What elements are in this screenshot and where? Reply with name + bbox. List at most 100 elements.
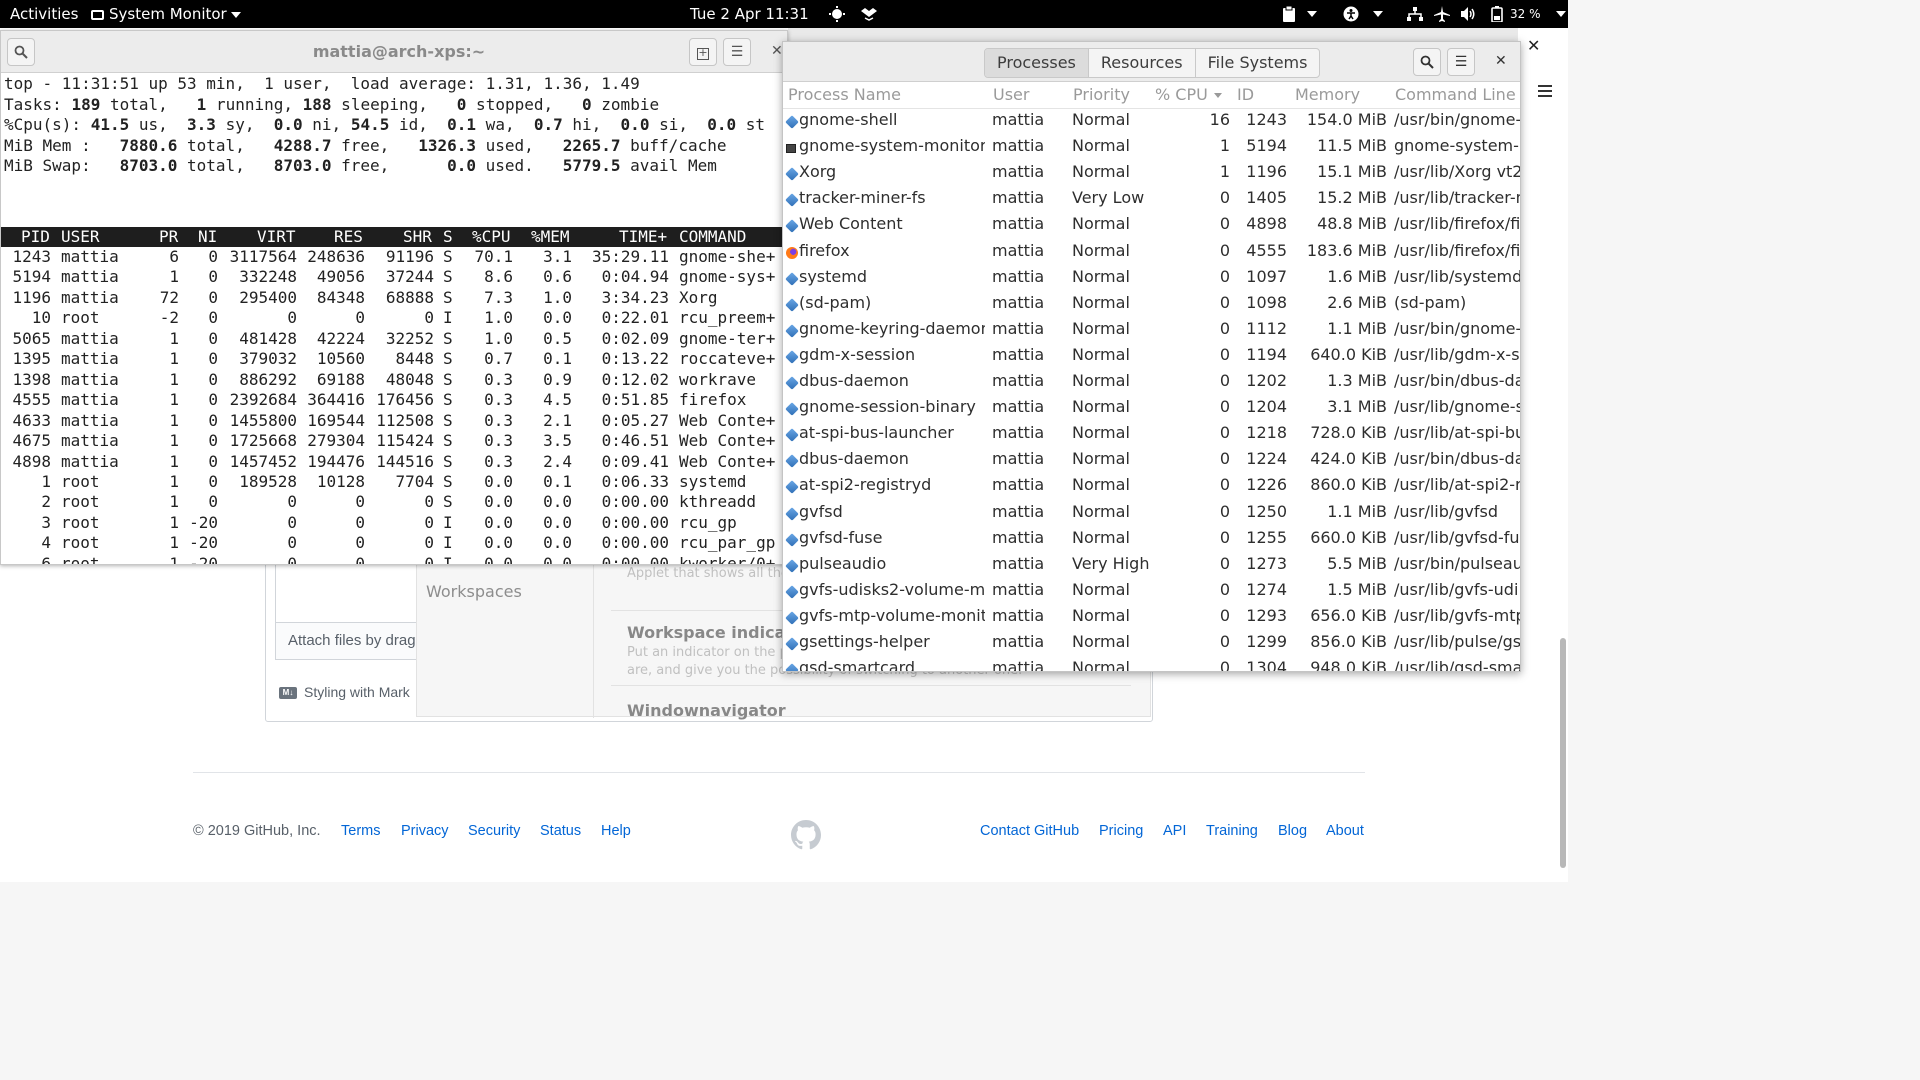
col-priority[interactable]: Priority (1073, 85, 1130, 104)
github-logo-icon[interactable] (791, 820, 821, 850)
close-window-button[interactable]: ✕ (771, 43, 783, 59)
cell-user: mattia (61, 369, 119, 389)
network-wired-icon[interactable] (1407, 6, 1423, 22)
activities-button[interactable]: Activities (10, 5, 78, 23)
hamburger-menu-icon[interactable] (1538, 85, 1552, 97)
col-user[interactable]: User (993, 85, 1029, 104)
list-item[interactable]: gnome-keyring-daemon mattia Normal 0 1112 1.1… (783, 318, 1520, 344)
list-item[interactable]: tracker-miner-fs mattia Very Low 0 1405 15.2 … (783, 187, 1520, 213)
windownavigator-title[interactable]: Windownavigator (627, 701, 786, 720)
list-item[interactable]: Xorg mattia Normal 1 1196 15.1 MiB/usr/lib/Xo… (783, 161, 1520, 187)
footer-link-status[interactable]: Status (540, 823, 581, 839)
search-button[interactable] (1413, 48, 1441, 76)
list-item[interactable]: dbus-daemon mattia Normal 0 1224 424.0 KiB/us… (783, 448, 1520, 474)
new-tab-button[interactable]: + (689, 38, 717, 66)
list-item[interactable]: dbus-daemon mattia Normal 0 1202 1.3 MiB/usr/… (783, 370, 1520, 396)
styling-markdown-link[interactable]: Styling with Mark (304, 684, 410, 700)
cell-state: S (443, 267, 453, 287)
list-item[interactable]: gnome-shell mattia Normal 16 1243 154.0 MiB/u… (783, 109, 1520, 135)
col-command-line[interactable]: Command Line (1395, 85, 1516, 104)
cell-cpu: 1 (1219, 136, 1230, 156)
footer-link-about[interactable]: About (1326, 823, 1364, 839)
footer-link-contact[interactable]: Contact GitHub (980, 823, 1079, 839)
close-icon[interactable]: ✕ (1527, 36, 1540, 55)
cell-cpu: 1.0 (484, 328, 513, 348)
list-item[interactable]: gsd-smartcard mattia Normal 0 1304 948.0 KiB /… (783, 657, 1520, 672)
footer-link-terms[interactable]: Terms (341, 823, 380, 839)
cell-cpu: 0 (1219, 188, 1230, 208)
attach-area[interactable]: Attach files by drag (275, 622, 425, 660)
list-item[interactable]: at-spi-bus-launcher mattia Normal 0 1218 728.… (783, 422, 1520, 448)
footer-link-help[interactable]: Help (601, 823, 631, 839)
cell-state: S (443, 328, 453, 348)
footer-link-blog[interactable]: Blog (1278, 823, 1307, 839)
list-item[interactable]: at-spi2-registryd mattia Normal 0 1226 860.0 … (783, 474, 1520, 500)
col-id[interactable]: ID (1237, 85, 1254, 104)
executable-icon (785, 324, 799, 338)
cell-memory: 860.0 KiB (1310, 475, 1387, 495)
cell-command: rcu_par_gp (679, 533, 776, 553)
cell-cpu: 0 (1219, 579, 1230, 599)
cell-priority: Normal (1072, 449, 1130, 469)
cell-time: 0:12.02 (601, 369, 669, 389)
cell-time: 0:02.09 (601, 328, 669, 348)
list-item[interactable]: Web Content mattia Normal 0 4898 48.8 MiB/usr… (783, 213, 1520, 239)
cell-id: 1204 (1246, 397, 1287, 417)
airplane-mode-icon[interactable] (1434, 6, 1450, 22)
cell-process-name: at-spi2-registryd (799, 475, 932, 495)
cell-user: mattia (992, 475, 1045, 495)
close-window-button[interactable]: ✕ (1495, 53, 1507, 69)
cell-priority: Normal (1072, 292, 1130, 312)
list-item[interactable]: gdm-x-session mattia Normal 0 1194 640.0 KiB /… (783, 344, 1520, 370)
cell-virt: 1455800 (229, 410, 297, 430)
dropbox-icon[interactable] (861, 6, 877, 22)
scrollbar[interactable] (1560, 638, 1566, 868)
col-memory[interactable]: Memory (1295, 85, 1360, 104)
footer-link-training[interactable]: Training (1206, 823, 1258, 839)
list-item[interactable]: pulseaudio mattia Very High 0 1273 5.5 MiB/us… (783, 553, 1520, 579)
list-item[interactable]: (sd-pam) mattia Normal 0 1098 2.6 MiB (sd-pam) (783, 292, 1520, 318)
cell-virt: 1725668 (229, 431, 297, 451)
chevron-down-icon[interactable] (1556, 11, 1566, 17)
list-item[interactable]: gsettings-helper mattia Normal 0 1299 856.0 K… (783, 631, 1520, 657)
list-item[interactable]: gnome-session-binary mattia Normal 0 1204 3.1… (783, 396, 1520, 422)
list-item[interactable]: gvfs-mtp-volume-monit mattia Normal 0 1293 65… (783, 605, 1520, 631)
cell-command-line: (sd-pam) (1394, 292, 1467, 312)
list-item[interactable]: gnome-system-monitor mattia Normal 1 5194 11.… (783, 135, 1520, 161)
cell-cpu: 1.0 (484, 308, 513, 328)
chevron-down-icon[interactable] (1373, 11, 1383, 17)
clipboard-icon[interactable] (1281, 6, 1297, 22)
list-item[interactable]: gvfsd-fuse mattia Normal 0 1255 660.0 KiB/usr… (783, 527, 1520, 553)
tab-processes[interactable]: Processes (985, 49, 1089, 77)
weather-icon[interactable] (829, 6, 845, 22)
cell-process-name: gsd-smartcard (799, 658, 916, 672)
footer-link-security[interactable]: Security (468, 823, 520, 839)
chevron-down-icon[interactable] (1307, 11, 1317, 17)
accessibility-icon[interactable] (1343, 6, 1359, 22)
tab-file-systems[interactable]: File Systems (1196, 49, 1320, 77)
footer-link-pricing[interactable]: Pricing (1099, 823, 1143, 839)
cell-res: 42224 (316, 328, 365, 348)
clock[interactable]: Tue 2 Apr 11:31 (690, 5, 809, 23)
footer-link-privacy[interactable]: Privacy (401, 823, 449, 839)
tab-resources[interactable]: Resources (1089, 49, 1196, 77)
menu-button[interactable]: ☰ (723, 38, 751, 66)
col-process-name[interactable]: Process Name (788, 85, 901, 104)
col-cpu[interactable]: % CPU (1155, 85, 1222, 104)
volume-icon[interactable] (1460, 6, 1476, 22)
cell-pid: 4555 (12, 390, 51, 410)
cell-command: gnome-ter+ (679, 328, 776, 348)
cell-user: mattia (992, 449, 1045, 469)
battery-icon[interactable] (1489, 6, 1505, 22)
cell-shr: 0 (424, 492, 434, 512)
app-menu[interactable]: System Monitor (91, 5, 241, 23)
list-item[interactable]: gvfs-udisks2-volume-mo mattia Normal 0 1274 1… (783, 579, 1520, 605)
list-item[interactable]: firefox mattia Normal 0 4555 183.6 MiB/usr/li… (783, 240, 1520, 266)
footer-link-api[interactable]: API (1163, 823, 1186, 839)
cell-shr: 144516 (376, 451, 434, 471)
list-item[interactable]: systemd mattia Normal 0 1097 1.6 MiB/usr/lib/… (783, 266, 1520, 292)
app-menu-label: System Monitor (109, 5, 227, 23)
menu-button[interactable]: ☰ (1447, 48, 1475, 76)
cell-pr: -2 (159, 308, 179, 328)
list-item[interactable]: gvfsd mattia Normal 0 1250 1.1 MiB/usr/lib/gv… (783, 501, 1520, 527)
